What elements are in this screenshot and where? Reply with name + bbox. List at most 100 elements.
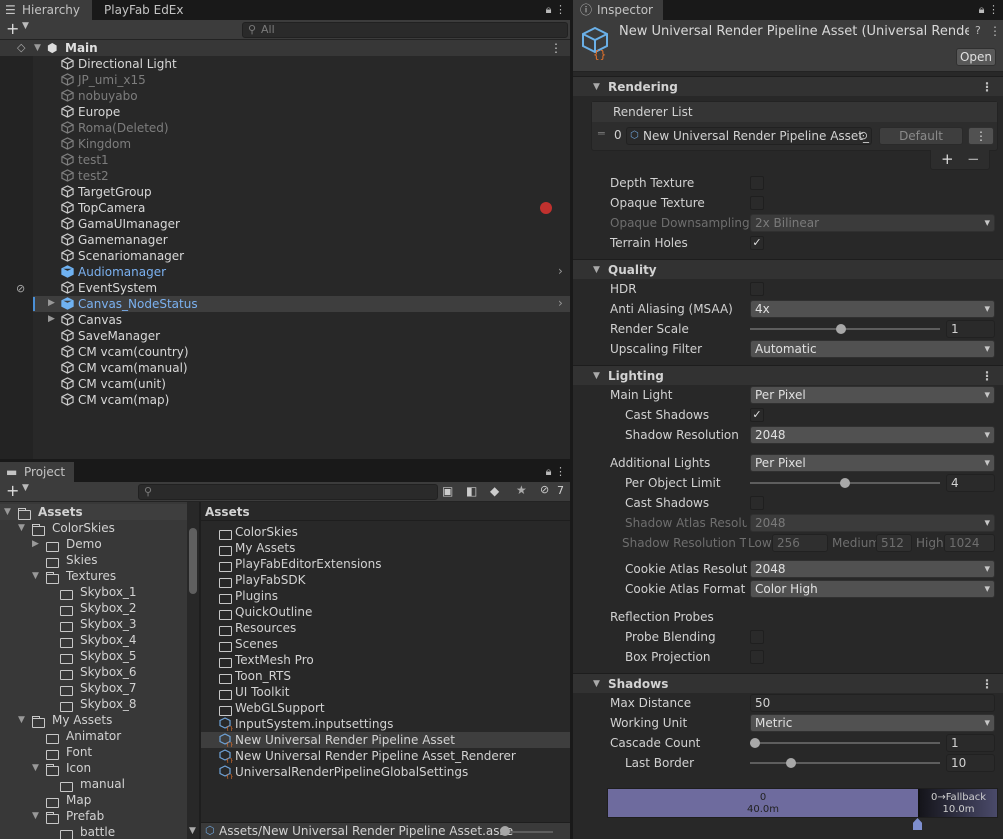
scroll-down-arrow-icon[interactable]: ▼ [189, 826, 196, 836]
render-scale-input[interactable]: 1 [946, 320, 995, 338]
kebab-icon[interactable]: ⋮ [988, 3, 999, 16]
hierarchy-item[interactable]: Europe [33, 104, 570, 120]
cast-shadows-2-checkbox[interactable] [750, 496, 764, 510]
chevron-right-icon[interactable]: › [558, 296, 563, 310]
per-object-limit-input[interactable]: 4 [946, 474, 995, 492]
project-tree-item[interactable]: Skybox_7 [0, 680, 187, 696]
hierarchy-item[interactable]: Audiomanager [33, 264, 570, 280]
project-tree-item[interactable]: Skybox_2 [0, 600, 187, 616]
hierarchy-item[interactable]: Canvas [33, 312, 570, 328]
project-tree-item[interactable]: ▶ Demo [0, 536, 187, 552]
scene-visibility-icon[interactable]: ◇ [17, 40, 25, 56]
vertical-divider[interactable] [570, 0, 573, 839]
hierarchy-item[interactable]: CM vcam(country) [33, 344, 570, 360]
asset-item[interactable]: TextMesh Pro [201, 652, 570, 668]
project-tree-item[interactable]: ▼ ColorSkies [0, 520, 187, 536]
project-tree-item[interactable]: Skybox_1 [0, 584, 187, 600]
project-tree-item[interactable]: Skybox_5 [0, 648, 187, 664]
cascade-count-input[interactable]: 1 [946, 734, 995, 752]
horizontal-divider[interactable] [0, 459, 570, 462]
asset-item[interactable]: WebGLSupport [201, 700, 570, 716]
depth-texture-checkbox[interactable] [750, 176, 764, 190]
lock-icon[interactable]: 🔒︎ [979, 3, 985, 16]
tier-low-input[interactable]: 256 [772, 534, 828, 552]
hierarchy-item[interactable]: CM vcam(manual) [33, 360, 570, 376]
hierarchy-item[interactable]: CM vcam(map) [33, 392, 570, 408]
project-tree-item[interactable]: Skybox_6 [0, 664, 187, 680]
lock-icon[interactable]: 🔒︎ [546, 3, 552, 16]
renderer-options-button[interactable]: ⋮ [968, 127, 994, 145]
additional-lights-dropdown[interactable]: Per Pixel [750, 454, 995, 472]
cookie-atlas-resolution-dropdown[interactable]: 2048 [750, 560, 995, 578]
last-border-slider-track[interactable] [750, 762, 940, 764]
hierarchy-item[interactable]: Gamemanager [33, 232, 570, 248]
object-picker-icon[interactable]: ⊙ [859, 128, 868, 144]
project-tree-item[interactable]: Map [0, 792, 187, 808]
asset-item[interactable]: Scenes [201, 636, 570, 652]
hierarchy-item[interactable]: Kingdom [33, 136, 570, 152]
kebab-icon[interactable]: ⋮ [989, 24, 1001, 38]
hierarchy-item[interactable]: GamaUImanager [33, 216, 570, 232]
shadow-atlas-resolution-dropdown[interactable]: 2048 [750, 514, 995, 532]
tier-high-input[interactable]: 1024 [944, 534, 995, 552]
hierarchy-item[interactable]: CM vcam(unit) [33, 376, 570, 392]
hierarchy-item[interactable]: Directional Light [33, 56, 570, 72]
default-button[interactable]: Default [879, 127, 963, 145]
lock-icon[interactable]: 🔒︎ [546, 465, 552, 478]
working-unit-dropdown[interactable]: Metric [750, 714, 995, 732]
per-object-limit-slider-knob[interactable] [840, 478, 850, 488]
open-button[interactable]: Open [956, 48, 996, 66]
tab-playfab[interactable]: PlayFab EdEx [96, 0, 196, 20]
label-icon[interactable]: ◆ [490, 484, 499, 498]
project-tree-item[interactable]: ▼ Textures [0, 568, 187, 584]
project-tree-item[interactable]: ▼ Prefab [0, 808, 187, 824]
project-tree-item[interactable]: Skybox_3 [0, 616, 187, 632]
hidden-packages-icon[interactable]: ⊘ [540, 483, 549, 496]
expand-arrow-icon[interactable]: ▼ [34, 40, 44, 56]
renderer-object-field[interactable]: ⬡ New Universal Render Pipeline Asset_ ⊙ [626, 127, 872, 145]
asset-item[interactable]: {} InputSystem.inputsettings [201, 716, 570, 732]
favorite-icon[interactable]: ★ [516, 483, 527, 497]
kebab-icon[interactable]: ⋮ [981, 674, 993, 694]
last-border-input[interactable]: 10 [946, 754, 995, 772]
hierarchy-item[interactable]: Scenariomanager [33, 248, 570, 264]
cascade-count-slider-knob[interactable] [750, 738, 760, 748]
project-tree-item[interactable]: battle [0, 824, 187, 839]
anti-aliasing-dropdown[interactable]: 4x [750, 300, 995, 318]
project-search-input[interactable]: ⚲ [138, 484, 438, 500]
hdr-checkbox[interactable] [750, 282, 764, 296]
tab-hierarchy[interactable]: ☰ Hierarchy [0, 0, 92, 20]
asset-item[interactable]: QuickOutline [201, 604, 570, 620]
asset-item[interactable]: ColorSkies [201, 524, 570, 540]
asset-item[interactable]: My Assets [201, 540, 570, 556]
cascade-count-slider-track[interactable] [750, 742, 940, 744]
cascade-0-segment[interactable]: 0 40.0m [608, 789, 918, 817]
expand-arrow-icon[interactable]: ▼ [32, 568, 42, 584]
hierarchy-item[interactable]: Roma(Deleted) [33, 120, 570, 136]
hierarchy-item[interactable]: TopCamera [33, 200, 570, 216]
project-tree-item[interactable]: Skies [0, 552, 187, 568]
asset-item[interactable]: {} New Universal Render Pipeline Asset_Re… [201, 748, 570, 764]
project-tree-item[interactable]: ▼ Icon [0, 760, 187, 776]
expand-arrow-icon[interactable]: ▼ [32, 760, 42, 776]
kebab-icon[interactable]: ⋮ [981, 366, 993, 386]
shadow-resolution-dropdown[interactable]: 2048 [750, 426, 995, 444]
add-icon[interactable]: + [941, 150, 954, 168]
zoom-slider-knob[interactable] [500, 826, 510, 836]
breadcrumb[interactable]: Assets [201, 504, 570, 520]
opaque-texture-checkbox[interactable] [750, 196, 764, 210]
last-border-slider-knob[interactable] [786, 758, 796, 768]
asset-item[interactable]: {} UniversalRenderPipelineGlobalSettings [201, 764, 570, 780]
project-tree-item[interactable]: ▼ My Assets [0, 712, 187, 728]
kebab-icon[interactable]: ⋮ [555, 3, 566, 16]
section-quality[interactable]: ▼ Quality [573, 259, 1003, 279]
hierarchy-item[interactable]: TargetGroup [33, 184, 570, 200]
chevron-right-icon[interactable]: › [558, 264, 563, 278]
cast-shadows-checkbox[interactable]: ✓ [750, 408, 764, 422]
project-tree-item[interactable]: manual [0, 776, 187, 792]
render-scale-slider-knob[interactable] [836, 324, 846, 334]
upscaling-filter-dropdown[interactable]: Automatic [750, 340, 995, 358]
section-shadows[interactable]: ▼ Shadows ⋮ [573, 673, 1003, 693]
hierarchy-item[interactable]: nobuyabo [33, 88, 570, 104]
opaque-downsampling-dropdown[interactable]: 2x Bilinear [750, 214, 995, 232]
